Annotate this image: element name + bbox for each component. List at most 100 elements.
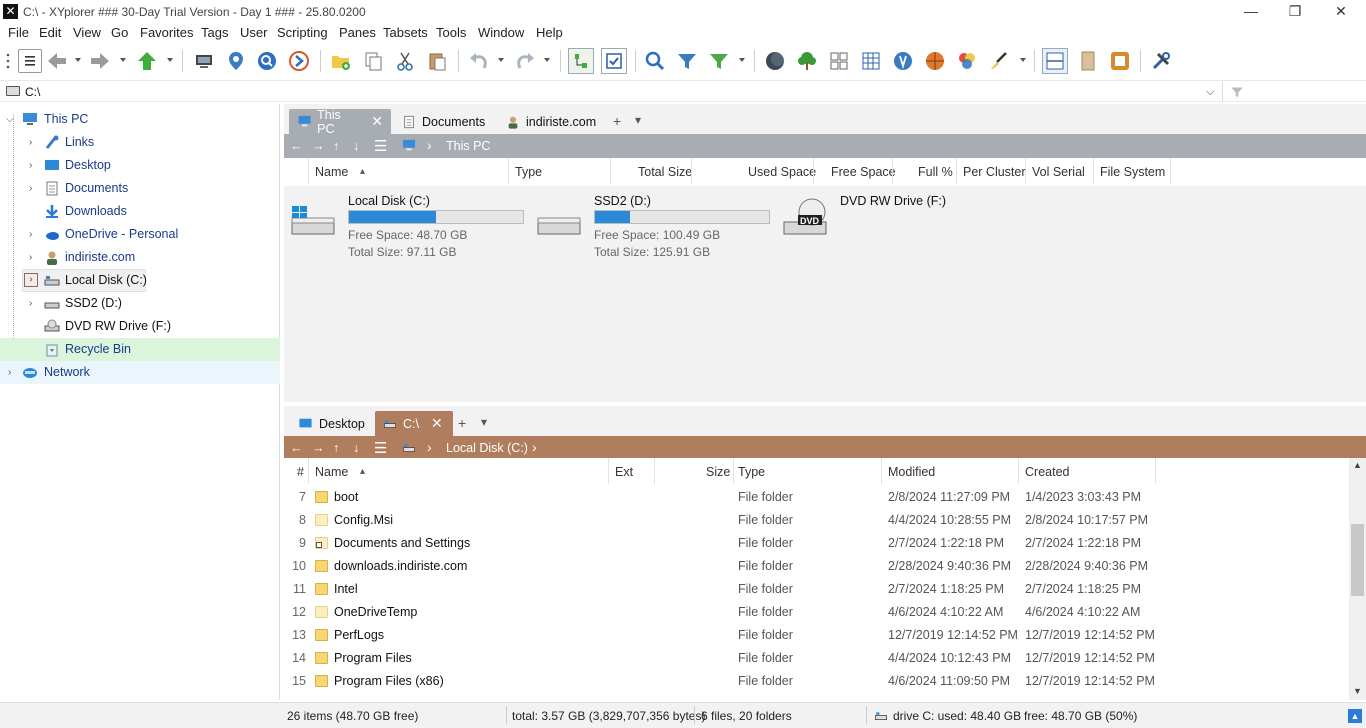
thumbnails-icon[interactable] — [826, 48, 852, 74]
file-row[interactable]: 13 PerfLogs File folder 12/7/2019 12:14:… — [284, 624, 1350, 647]
file-row[interactable]: 12 OneDriveTemp File folder 4/6/2024 4:1… — [284, 601, 1350, 624]
redo-icon[interactable] — [512, 48, 538, 74]
tab-indiriste[interactable]: indiriste.com — [498, 109, 604, 134]
down-nav-icon[interactable]: ↓ — [353, 139, 359, 153]
search-icon[interactable] — [642, 48, 668, 74]
collapsed-chevron-icon[interactable]: › — [29, 160, 32, 171]
file-row[interactable]: 10 downloads.indiriste.com File folder 2… — [284, 555, 1350, 578]
expanded-chevron-icon[interactable]: ⌵ — [6, 114, 14, 125]
tree-item-indiriste[interactable]: › indiriste.com — [0, 246, 280, 269]
new-folder-icon[interactable] — [328, 48, 354, 74]
file-list-scrollbar[interactable]: ▲ ▼ — [1349, 458, 1366, 700]
collapsed-chevron-icon[interactable]: › — [29, 229, 32, 240]
maximize-button[interactable]: ❐ — [1272, 2, 1318, 22]
breadcrumb-local-disk[interactable]: Local Disk (C:) — [446, 441, 528, 455]
back-nav-icon[interactable]: ← — [290, 139, 303, 153]
tree-item-network[interactable]: › Network — [0, 361, 280, 384]
info-panel-icon[interactable] — [1107, 48, 1133, 74]
tab-documents[interactable]: Documents — [394, 109, 493, 134]
preview-pane-icon[interactable] — [1075, 48, 1101, 74]
column-used-space[interactable]: Used Space — [748, 165, 816, 179]
live-filter-box[interactable] — [1222, 82, 1366, 102]
filter-dropdown-icon[interactable] — [739, 58, 745, 62]
details-view-icon[interactable] — [858, 48, 884, 74]
address-input[interactable]: C:\ — [25, 85, 40, 99]
menu-favorites[interactable]: Favorites — [140, 25, 193, 40]
tree-item-onedrive[interactable]: › OneDrive - Personal — [0, 223, 280, 246]
address-dropdown-icon[interactable]: ⌵ — [1206, 86, 1214, 99]
add-tab-button[interactable]: + — [458, 415, 466, 431]
column-total-size[interactable]: Total Size — [638, 165, 692, 179]
collapsed-chevron-icon[interactable]: › — [29, 183, 32, 194]
close-button[interactable]: ✕ — [1318, 2, 1364, 22]
copy-icon[interactable] — [360, 48, 386, 74]
cut-scissors-icon[interactable] — [392, 48, 418, 74]
tree-item-local-disk-c[interactable]: › Local Disk (C:) — [0, 269, 280, 292]
drive-tile-d[interactable]: SSD2 (D:) Free Space: 100.49 GB Total Si… — [536, 194, 776, 264]
up-nav-icon[interactable]: ↑ — [333, 139, 339, 153]
goto-icon[interactable] — [286, 48, 312, 74]
file-row[interactable]: 14 Program Files File folder 4/4/2024 10… — [284, 647, 1350, 670]
tab-this-pc[interactable]: This PC ✕ — [289, 108, 391, 136]
forward-arrow-icon[interactable] — [87, 48, 113, 74]
list-menu-icon[interactable]: ☰ — [374, 439, 387, 457]
back-arrow-icon[interactable] — [44, 48, 70, 74]
file-row[interactable]: 7 boot File folder 2/8/2024 11:27:09 PM … — [284, 486, 1350, 509]
settings-badge-icon[interactable] — [890, 48, 916, 74]
drive-tile-c[interactable]: Local Disk (C:) Free Space: 48.70 GB Tot… — [290, 194, 530, 264]
menu-tabsets[interactable]: Tabsets — [383, 25, 428, 40]
menu-view[interactable]: View — [73, 25, 101, 40]
dark-mode-icon[interactable] — [762, 48, 788, 74]
tab-desktop[interactable]: Desktop — [290, 411, 373, 436]
column-type[interactable]: Type — [738, 465, 765, 479]
configuration-tools-icon[interactable] — [1148, 48, 1174, 74]
column-name[interactable]: Name — [315, 465, 348, 479]
tab-list-dropdown-icon[interactable]: ▾ — [635, 113, 641, 127]
menu-window[interactable]: Window — [478, 25, 524, 40]
column-type[interactable]: Type — [515, 165, 542, 179]
tree-item-dvd[interactable]: DVD RW Drive (F:) — [0, 315, 280, 338]
folder-tree[interactable]: ⌵ This PC › Links › Desktop › Documents … — [0, 104, 280, 700]
tab-list-dropdown-icon[interactable]: ▾ — [481, 415, 487, 429]
undo-dropdown-icon[interactable] — [498, 58, 504, 62]
breadcrumb-separator[interactable]: › — [532, 439, 537, 455]
column-modified[interactable]: Modified — [888, 465, 935, 479]
column-index[interactable]: # — [297, 465, 304, 479]
checkbox-select-icon[interactable] — [601, 48, 627, 74]
file-row[interactable]: 9 Documents and Settings File folder 2/7… — [284, 532, 1350, 555]
filter-green-icon[interactable] — [706, 48, 732, 74]
menu-go[interactable]: Go — [111, 25, 128, 40]
menu-scripting[interactable]: Scripting — [277, 25, 328, 40]
scroll-down-icon[interactable]: ▼ — [1353, 686, 1362, 696]
menu-panes[interactable]: Panes — [339, 25, 376, 40]
tab-c-drive[interactable]: C:\ ✕ — [375, 411, 453, 436]
menu-user[interactable]: User — [240, 25, 267, 40]
horizontal-panes-icon[interactable] — [1042, 48, 1068, 74]
drive-tile-f[interactable]: DVD DVD RW Drive (F:) — [782, 194, 982, 244]
collapsed-chevron-icon[interactable]: › — [29, 298, 32, 309]
column-per-cluster[interactable]: Per Cluster — [963, 165, 1026, 179]
list-menu-icon[interactable]: ☰ — [374, 137, 387, 155]
add-tab-button[interactable]: + — [613, 113, 621, 129]
column-name[interactable]: Name — [315, 165, 348, 179]
forward-nav-icon[interactable]: → — [312, 139, 325, 153]
column-full-percent[interactable]: Full % — [918, 165, 953, 179]
scroll-to-top-icon[interactable]: ▲ — [1348, 709, 1362, 723]
undo-icon[interactable] — [466, 48, 492, 74]
up-nav-icon[interactable]: ↑ — [333, 441, 339, 455]
tree-item-downloads[interactable]: Downloads — [0, 200, 280, 223]
pane-bottom[interactable]: Desktop C:\ ✕ + ▾ ← → ↑ ↓ ☰ › Local Disk… — [284, 406, 1366, 700]
menu-edit[interactable]: Edit — [39, 25, 61, 40]
column-size[interactable]: Size — [706, 465, 730, 479]
menu-tags[interactable]: Tags — [201, 25, 228, 40]
up-arrow-icon[interactable] — [134, 48, 160, 74]
back-nav-icon[interactable]: ← — [290, 441, 303, 455]
pane-top[interactable]: This PC ✕ Documents indiriste.com + ▾ ← … — [284, 104, 1366, 402]
scroll-up-icon[interactable]: ▲ — [1353, 460, 1362, 470]
column-created[interactable]: Created — [1025, 465, 1069, 479]
forward-dropdown-icon[interactable] — [120, 58, 126, 62]
scrollbar-thumb[interactable] — [1351, 524, 1364, 596]
column-free-space[interactable]: Free Space — [831, 165, 896, 179]
paste-icon[interactable] — [424, 48, 450, 74]
file-row[interactable]: 11 Intel File folder 2/7/2024 1:18:25 PM… — [284, 578, 1350, 601]
